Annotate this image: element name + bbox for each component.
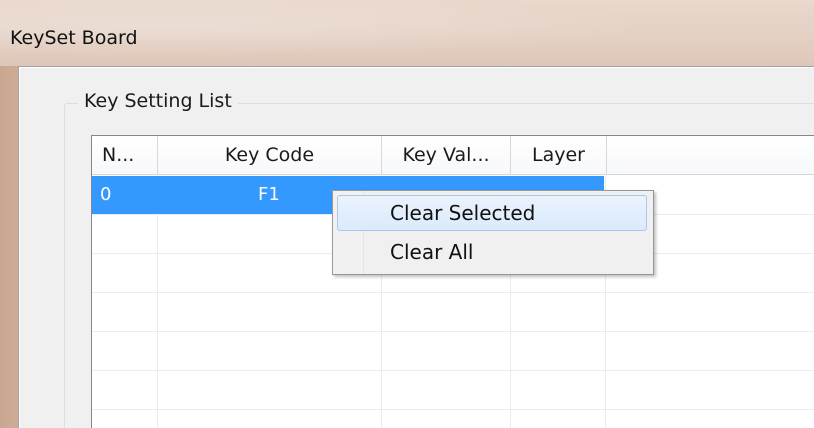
grid-line: [92, 370, 814, 371]
window-title: KeySet Board: [10, 27, 138, 49]
column-header-number[interactable]: N...: [92, 136, 158, 174]
column-header-key-value[interactable]: Key Val...: [382, 136, 511, 174]
column-header-key-code[interactable]: Key Code: [158, 136, 382, 174]
context-menu: Clear Selected Clear All: [332, 190, 654, 275]
cell-number: 0: [100, 184, 112, 205]
grid-line: [92, 409, 814, 410]
cell-key-code: F1: [258, 184, 280, 205]
key-setting-list[interactable]: N... Key Code Key Val... Layer 0 F1: [91, 135, 814, 428]
title-bar[interactable]: KeySet Board: [0, 0, 814, 66]
grid-line: [92, 292, 814, 293]
list-header: N... Key Code Key Val... Layer: [92, 136, 814, 175]
group-title: Key Setting List: [78, 90, 238, 112]
menu-item-clear-all[interactable]: Clear All: [337, 234, 647, 270]
column-header-layer[interactable]: Layer: [511, 136, 607, 174]
grid-line: [92, 331, 814, 332]
menu-item-clear-selected[interactable]: Clear Selected: [337, 195, 647, 231]
